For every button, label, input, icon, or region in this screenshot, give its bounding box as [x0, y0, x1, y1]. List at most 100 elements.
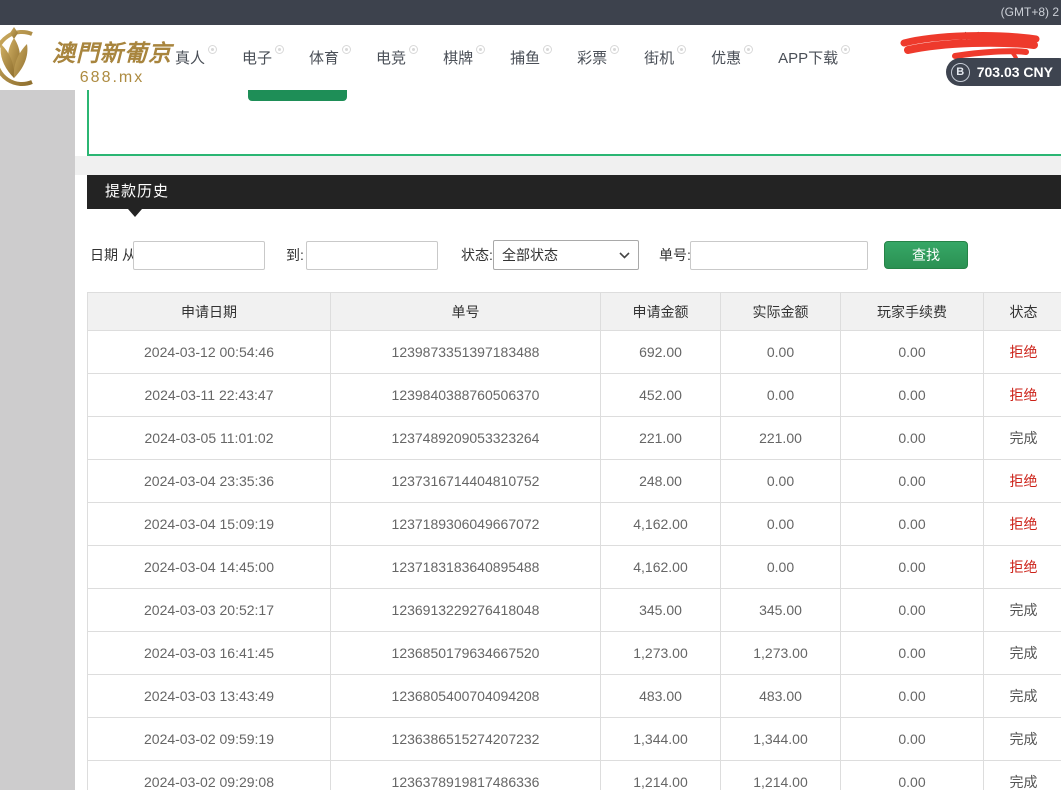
table-header-row: 申请日期单号申请金额实际金额玩家手续费状态 [88, 293, 1061, 331]
nav-item-电竞[interactable]: 电竞 [376, 47, 418, 68]
table-cell: 0.00 [721, 374, 841, 417]
table-cell: 483.00 [721, 675, 841, 718]
table-cell: 0.00 [721, 460, 841, 503]
withdrawal-history-table: 申请日期单号申请金额实际金额玩家手续费状态 2024-03-12 00:54:4… [87, 292, 1061, 790]
nav-item-优惠[interactable]: 优惠 [711, 47, 753, 68]
nav-item-棋牌[interactable]: 棋牌 [443, 47, 485, 68]
table-cell: 1239873351397183488 [331, 331, 601, 374]
table-cell: 1236850179634667520 [331, 632, 601, 675]
topbar: (GMT+8) 2 [0, 0, 1061, 25]
table-cell: 2024-03-02 09:59:19 [88, 718, 331, 761]
panel-title-bar: 提款历史 [87, 175, 1061, 209]
table-cell: 4,162.00 [601, 503, 721, 546]
table-cell: 0.00 [841, 546, 984, 589]
table-row: 2024-03-04 15:09:1912371893060496670724,… [88, 503, 1061, 546]
table-cell: 0.00 [841, 718, 984, 761]
table-cell: 1237189306049667072 [331, 503, 601, 546]
target-circle-icon [677, 45, 686, 54]
table-cell: 1,214.00 [721, 761, 841, 790]
form-panel-partial [87, 90, 1061, 156]
table-cell: 1236805400704094208 [331, 675, 601, 718]
status-cell: 拒绝 [984, 331, 1061, 374]
nav-item-label: 电子 [242, 47, 272, 68]
table-cell: 2024-03-03 20:52:17 [88, 589, 331, 632]
balance-pill[interactable]: B 703.03 CNY [946, 58, 1061, 86]
table-cell: 1,344.00 [721, 718, 841, 761]
table-cell: 221.00 [721, 417, 841, 460]
target-circle-icon [409, 45, 418, 54]
nav-item-label: 电竞 [376, 47, 406, 68]
status-label: 状态: [461, 240, 493, 270]
submit-button-partial[interactable] [248, 90, 347, 101]
status-cell: 拒绝 [984, 503, 1061, 546]
nav-item-label: 彩票 [577, 47, 607, 68]
status-cell: 拒绝 [984, 546, 1061, 589]
nav-item-label: 捕鱼 [510, 47, 540, 68]
target-circle-icon [476, 45, 485, 54]
background-band [0, 156, 1061, 175]
logo-emblem-icon [0, 26, 48, 88]
date-from-input[interactable] [133, 241, 265, 270]
status-cell: 完成 [984, 675, 1061, 718]
table-row: 2024-03-04 14:45:0012371831836408954884,… [88, 546, 1061, 589]
nav-item-真人[interactable]: 真人 [175, 47, 217, 68]
target-circle-icon [208, 45, 217, 54]
table-cell: 1237183183640895488 [331, 546, 601, 589]
nav-item-捕鱼[interactable]: 捕鱼 [510, 47, 552, 68]
nav-item-label: 街机 [644, 47, 674, 68]
logo-title: 澳門新葡京 [52, 34, 172, 68]
status-select[interactable]: 全部状态 [493, 240, 639, 270]
table-cell: 1,344.00 [601, 718, 721, 761]
table-cell: 0.00 [841, 503, 984, 546]
table-cell: 1236913229276418048 [331, 589, 601, 632]
target-circle-icon [610, 45, 619, 54]
nav-item-街机[interactable]: 街机 [644, 47, 686, 68]
table-row: 2024-03-03 20:52:17123691322927641804834… [88, 589, 1061, 632]
table-cell: 1237316714404810752 [331, 460, 601, 503]
date-to-input[interactable] [306, 241, 438, 270]
search-button[interactable]: 查找 [884, 241, 968, 269]
nav-item-体育[interactable]: 体育 [309, 47, 351, 68]
table-cell: 1236378919817486336 [331, 761, 601, 790]
table-cell: 2024-03-03 13:43:49 [88, 675, 331, 718]
logo-domain: 688.mx [52, 69, 172, 87]
nav-item-label: 优惠 [711, 47, 741, 68]
table-cell: 452.00 [601, 374, 721, 417]
status-cell: 完成 [984, 632, 1061, 675]
timezone-text: (GMT+8) 2 [1001, 5, 1059, 19]
logo[interactable]: 澳門新葡京 688.mx [0, 26, 172, 88]
bitcoin-icon: B [951, 63, 970, 82]
nav-item-彩票[interactable]: 彩票 [577, 47, 619, 68]
nav-item-APP下载[interactable]: APP下载 [778, 47, 850, 68]
table-cell: 221.00 [601, 417, 721, 460]
left-gutter [0, 90, 75, 790]
table-cell: 2024-03-04 23:35:36 [88, 460, 331, 503]
status-cell: 拒绝 [984, 460, 1061, 503]
table-cell: 0.00 [841, 632, 984, 675]
table-row: 2024-03-02 09:59:1912363865152742072321,… [88, 718, 1061, 761]
panel-pointer [128, 209, 142, 217]
main-nav: 真人 电子 体育 电竞 棋牌 捕鱼 彩票 街机 优惠 APP下载 [175, 25, 875, 90]
table-row: 2024-03-04 23:35:36123731671440481075224… [88, 460, 1061, 503]
nav-item-label: 体育 [309, 47, 339, 68]
nav-item-label: 真人 [175, 47, 205, 68]
nav-item-电子[interactable]: 电子 [242, 47, 284, 68]
table-cell: 2024-03-05 11:01:02 [88, 417, 331, 460]
table-cell: 0.00 [841, 460, 984, 503]
table-row: 2024-03-11 22:43:47123984038876050637045… [88, 374, 1061, 417]
target-circle-icon [744, 45, 753, 54]
panel-title: 提款历史 [87, 175, 169, 209]
table-cell: 0.00 [841, 589, 984, 632]
table-cell: 1239840388760506370 [331, 374, 601, 417]
target-circle-icon [841, 45, 850, 54]
order-number-input[interactable] [690, 241, 868, 270]
table-cell: 0.00 [721, 331, 841, 374]
table-row: 2024-03-02 09:29:081236378919817486336 1,… [88, 761, 1061, 790]
site-header: 澳門新葡京 688.mx 真人电子体育电竞棋牌捕鱼彩票街机优惠APP下载 欢迎 … [0, 25, 1061, 90]
table-row: 2024-03-03 13:43:491236805400704094208 48… [88, 675, 1061, 718]
table-cell: 2024-03-02 09:29:08 [88, 761, 331, 790]
table-cell: 2024-03-04 14:45:00 [88, 546, 331, 589]
status-cell: 拒绝 [984, 374, 1061, 417]
column-header: 玩家手续费 [841, 293, 984, 331]
target-circle-icon [275, 45, 284, 54]
